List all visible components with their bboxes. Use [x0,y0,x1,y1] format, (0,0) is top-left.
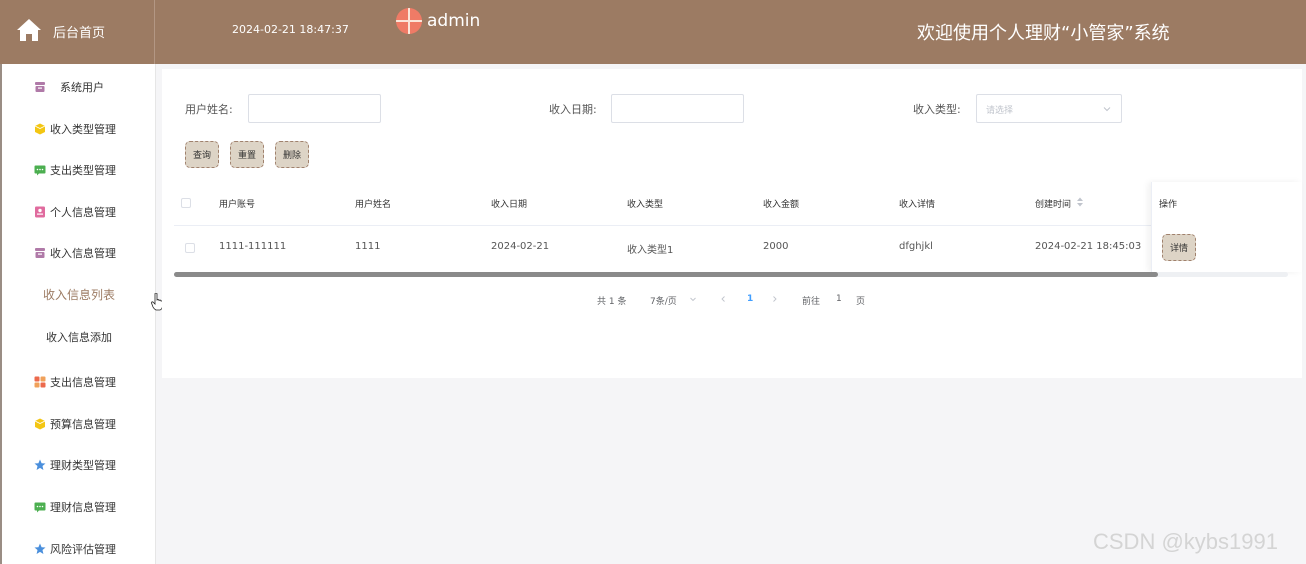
home-icon [17,19,41,41]
sidebar: 系统用户 收入类型管理 支出类型管理 个人信息管理 收入信息管理 收入信息列表 … [0,64,156,564]
cell-account: 1111-111111 [219,241,287,252]
column-header-name: 用户姓名 [355,200,392,210]
sidebar-item-label: 支出类型管理 [50,164,116,177]
chevron-down-icon[interactable] [689,295,697,303]
cube-icon [34,123,46,135]
column-header-type: 收入类型 [627,200,664,210]
table-divider [174,225,1288,226]
column-header-action: 操作 [1159,200,1178,210]
cell-amount: 2000 [763,241,789,252]
username[interactable]: admin [427,11,480,31]
goto-page-input[interactable]: 1 [836,294,842,304]
archive-icon [35,248,45,258]
type-filter-placeholder: 请选择 [986,106,1014,116]
top-header: 后台首页 2024-02-21 18:47:37 admin 欢迎使用个人理财“… [0,0,1306,64]
column-header-account: 用户账号 [219,200,256,210]
sidebar-item-budget-info[interactable]: 预算信息管理 [2,414,156,434]
sidebar-item-label: 理财类型管理 [50,459,116,472]
column-header-detail: 收入详情 [899,200,936,210]
chat-icon [34,502,46,513]
username-filter-input[interactable] [248,94,381,123]
column-header-created[interactable]: 创建时间 [1035,197,1071,210]
type-filter-select[interactable]: 请选择 [976,94,1122,123]
pagination-total: 共 1 条 [597,297,627,307]
chevron-down-icon [1103,107,1111,112]
submenu-income-add[interactable]: 收入信息添加 [2,329,156,345]
goto-label: 前往 [802,297,821,307]
chat-icon [34,165,46,176]
type-filter-label: 收入类型: [913,103,961,116]
welcome-title: 欢迎使用个人理财“小管家”系统 [917,23,1170,44]
cell-detail: dfghjkl [899,241,933,252]
cube-icon [34,418,46,430]
star-icon [34,459,46,470]
select-all-checkbox[interactable] [181,198,191,208]
sidebar-item-income-types[interactable]: 收入类型管理 [2,119,156,139]
column-header-date: 收入日期 [491,200,528,210]
cell-name: 1111 [355,241,381,252]
cell-date: 2024-02-21 [491,241,550,252]
grid-icon [34,376,46,388]
query-button[interactable]: 查询 [185,141,219,168]
sidebar-item-finance-types[interactable]: 理财类型管理 [2,455,156,475]
date-filter-input[interactable] [611,94,744,123]
next-page-icon[interactable] [771,295,779,303]
sidebar-item-label: 个人信息管理 [50,206,116,219]
prev-page-icon[interactable] [719,295,727,303]
sidebar-item-system-users[interactable]: 系统用户 [2,77,156,97]
page-number-current[interactable]: 1 [747,294,753,304]
sidebar-item-label: 系统用户 [60,81,104,94]
detail-button[interactable]: 详情 [1162,234,1196,261]
date-filter-label: 收入日期: [549,103,597,116]
content-panel: 用户姓名: 收入日期: 收入类型: 请选择 查询 重置 删除 用户账号 用户姓名… [162,69,1302,378]
sidebar-item-label: 风险评估管理 [50,543,116,556]
username-filter-label: 用户姓名: [185,103,233,116]
horizontal-scrollbar-thumb[interactable] [174,272,1158,277]
watermark: CSDN @kybs1991 [1093,529,1278,554]
sidebar-item-label: 理财信息管理 [50,501,116,514]
sort-icon[interactable] [1076,197,1084,207]
sidebar-item-income-info[interactable]: 收入信息管理 [2,243,156,263]
sidebar-item-finance-info[interactable]: 理财信息管理 [2,497,156,517]
column-header-amount: 收入金额 [763,200,800,210]
row-checkbox[interactable] [185,243,195,253]
cell-type: 收入类型1 [627,245,674,256]
current-datetime: 2024-02-21 18:47:37 [232,23,349,36]
archive-icon [35,82,45,92]
submenu-income-list[interactable]: 收入信息列表 [2,286,156,303]
sidebar-item-label: 支出信息管理 [50,376,116,389]
sidebar-item-label: 收入信息管理 [50,247,116,260]
sidebar-item-label: 预算信息管理 [50,418,116,431]
home-label: 后台首页 [53,26,106,41]
home-link[interactable]: 后台首页 [0,0,155,64]
sidebar-item-expense-info[interactable]: 支出信息管理 [2,372,156,392]
user-avatar[interactable] [396,8,422,34]
star-icon [34,543,46,554]
id-card-icon [35,206,45,218]
cell-created: 2024-02-21 18:45:03 [1035,241,1142,252]
page-suffix: 页 [856,297,866,307]
sidebar-item-label: 收入类型管理 [50,123,116,136]
sidebar-item-expense-types[interactable]: 支出类型管理 [2,160,156,180]
sidebar-item-risk-assessment[interactable]: 风险评估管理 [2,539,156,559]
page-size-select[interactable]: 7条/页 [650,294,677,307]
sidebar-item-personal-info[interactable]: 个人信息管理 [2,202,156,222]
reset-button[interactable]: 重置 [230,141,264,168]
delete-button[interactable]: 删除 [275,141,309,168]
